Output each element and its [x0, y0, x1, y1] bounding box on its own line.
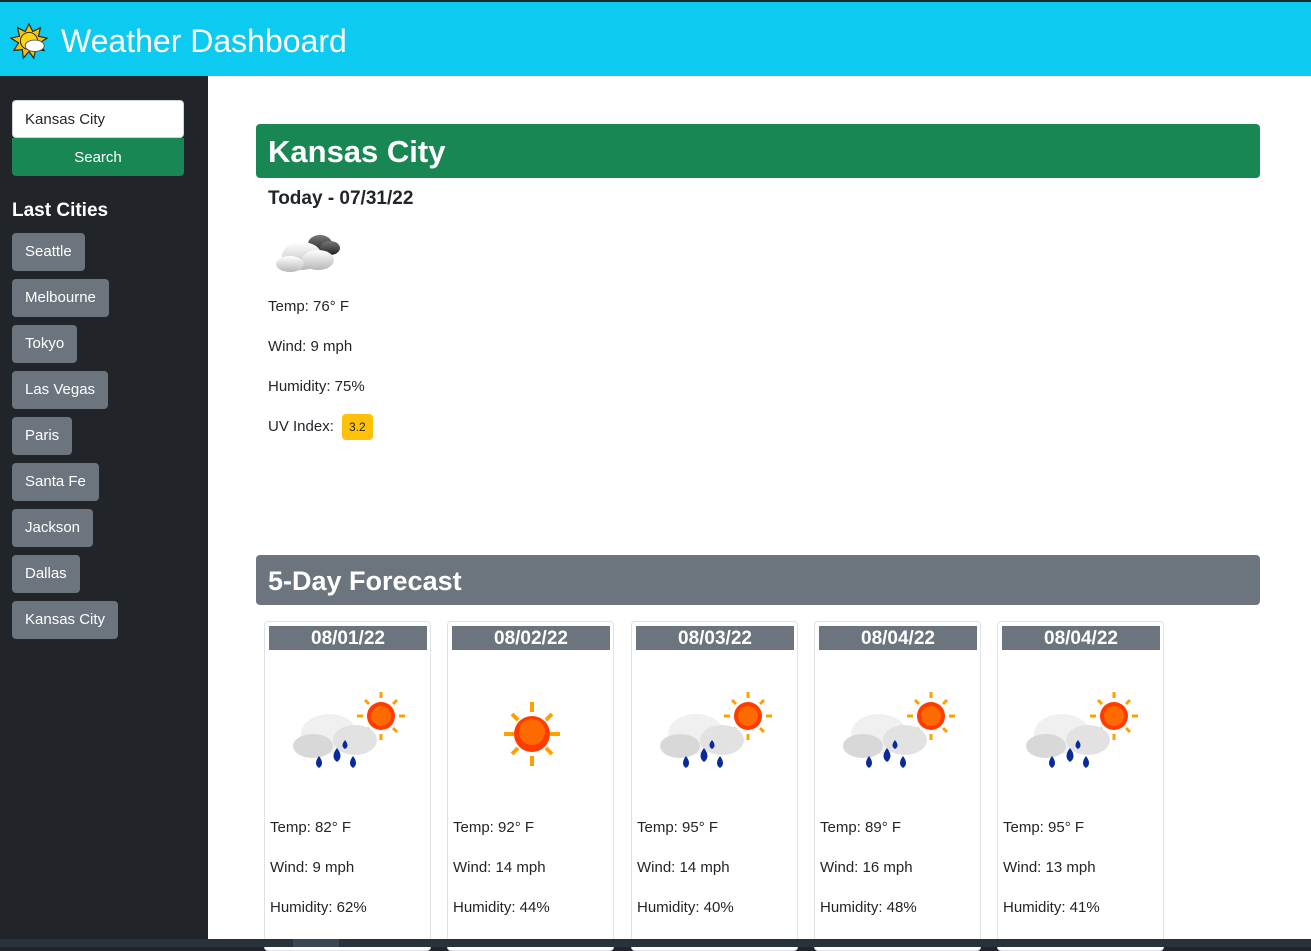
- forecast-humidity: Humidity: 44%: [453, 899, 550, 916]
- forecast-date: 08/02/22: [452, 626, 610, 650]
- rain-sun-icon: [660, 692, 772, 768]
- cloud-icon: [276, 235, 340, 272]
- sun-icon: [504, 702, 560, 766]
- forecast-wind: Wind: 14 mph: [637, 859, 730, 876]
- forecast-date: 08/04/22: [819, 626, 977, 650]
- city-button-santa-fe[interactable]: Santa Fe: [12, 463, 99, 501]
- city-button-tokyo[interactable]: Tokyo: [12, 325, 78, 363]
- uv-label: UV Index:: [268, 417, 334, 435]
- city-button-melbourne[interactable]: Melbourne: [12, 279, 109, 317]
- rain-sun-icon: [293, 692, 405, 768]
- forecast-card: 08/02/22 Temp: 92° F Wind: 14 mph Humidi…: [447, 621, 614, 951]
- forecast-wind: Wind: 9 mph: [270, 859, 355, 876]
- city-button-paris[interactable]: Paris: [12, 417, 73, 455]
- current-humidity: Humidity: 75%: [268, 378, 365, 395]
- search-input[interactable]: [12, 100, 184, 138]
- uv-badge: 3.2: [342, 414, 373, 440]
- forecast-date: 08/03/22: [636, 626, 794, 650]
- forecast-wind: Wind: 16 mph: [820, 859, 913, 876]
- forecast-temp: Temp: 95° F: [637, 819, 719, 836]
- city-button-seattle[interactable]: Seattle: [12, 233, 85, 271]
- forecast-humidity: Humidity: 40%: [637, 899, 734, 916]
- app-header: Weather Dashboard: [0, 0, 1311, 76]
- horizontal-scrollbar[interactable]: [0, 939, 1311, 947]
- city-button-kansas-city[interactable]: Kansas City: [12, 601, 119, 639]
- sidebar: Search Last Cities Seattle Melbourne Tok…: [0, 76, 208, 939]
- forecast-wind: Wind: 13 mph: [1003, 859, 1096, 876]
- forecast-date: 08/04/22: [1002, 626, 1160, 650]
- forecast-wind: Wind: 14 mph: [453, 859, 546, 876]
- forecast-card: 08/04/22 Temp: 95° F Wind: 13 mph Humidi…: [997, 621, 1164, 951]
- last-cities-heading: Last Cities: [12, 200, 109, 221]
- search-button[interactable]: Search: [12, 138, 184, 176]
- rain-sun-icon: [843, 692, 955, 768]
- forecast-card: 08/04/22 Temp: 89° F Wind: 16 mph Humidi…: [814, 621, 981, 951]
- current-date: Today - 07/31/22: [268, 188, 414, 209]
- city-button-jackson[interactable]: Jackson: [12, 509, 94, 547]
- app-title: Weather Dashboard: [61, 23, 347, 59]
- forecast-card: 08/03/22 Temp: 95° F Wind: 14 mph Humidi…: [631, 621, 798, 951]
- forecast-temp: Temp: 92° F: [453, 819, 535, 836]
- main-content: Kansas City Today - 07/31/22 Temp: 76° F…: [208, 76, 1311, 951]
- current-wind: Wind: 9 mph: [268, 338, 353, 355]
- forecast-temp: Temp: 95° F: [1003, 819, 1085, 836]
- current-city-title: Kansas City: [256, 124, 1260, 178]
- forecast-temp: Temp: 82° F: [270, 819, 352, 836]
- current-uv: UV Index: 3.2: [268, 414, 373, 440]
- sun-cloud-icon: [10, 22, 48, 60]
- current-temp: Temp: 76° F: [268, 298, 350, 315]
- forecast-humidity: Humidity: 41%: [1003, 899, 1100, 916]
- city-button-dallas[interactable]: Dallas: [12, 555, 80, 593]
- forecast-humidity: Humidity: 48%: [820, 899, 917, 916]
- forecast-humidity: Humidity: 62%: [270, 899, 367, 916]
- forecast-date: 08/01/22: [269, 626, 427, 650]
- scrollbar-thumb[interactable]: [293, 939, 339, 947]
- forecast-title: 5-Day Forecast: [256, 555, 1260, 605]
- forecast-card: 08/01/22 Temp: 82° F Wind: 9 mph Humidit…: [264, 621, 431, 951]
- rain-sun-icon: [1026, 692, 1138, 768]
- city-button-las-vegas[interactable]: Las Vegas: [12, 371, 109, 409]
- forecast-temp: Temp: 89° F: [820, 819, 902, 836]
